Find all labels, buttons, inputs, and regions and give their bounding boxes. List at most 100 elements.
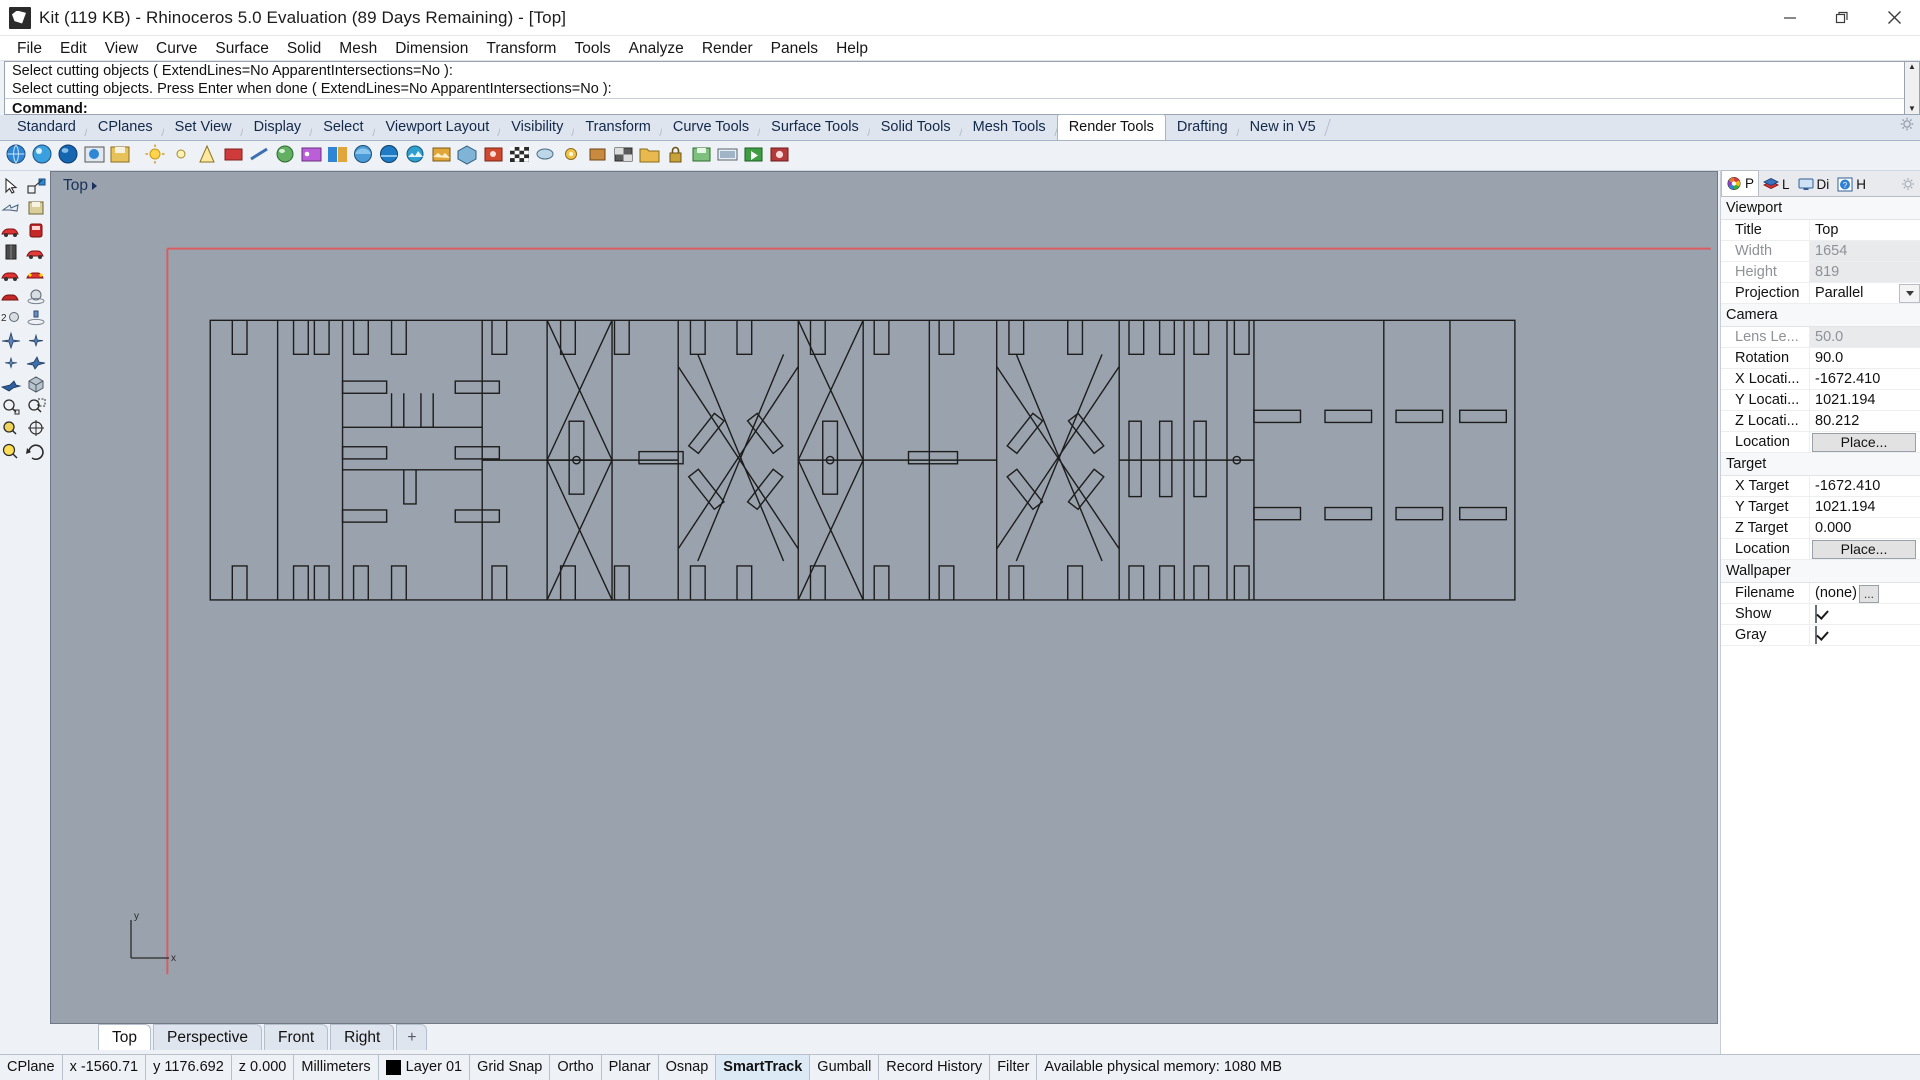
command-history[interactable]: Select cutting objects ( ExtendLines=No … [4, 61, 1904, 117]
value-x-target[interactable]: -1672.410 [1809, 476, 1920, 496]
menu-help[interactable]: Help [827, 36, 877, 61]
linear-light-icon[interactable] [248, 143, 273, 168]
checkerboard-icon[interactable] [612, 143, 637, 168]
cad-drawing-canvas[interactable] [51, 172, 1717, 1023]
tab-drafting[interactable]: Drafting [1165, 115, 1239, 140]
render-mesh-icon[interactable] [456, 143, 481, 168]
skylight-icon[interactable] [534, 143, 559, 168]
ground-plane-icon[interactable] [508, 143, 533, 168]
tab-set-view[interactable]: Set View [163, 115, 243, 140]
camera-place-button[interactable]: Place... [1812, 433, 1916, 452]
tab-render-tools[interactable]: Render Tools [1056, 114, 1166, 140]
select-duplicate-icon[interactable]: 2 [0, 309, 24, 330]
status-toggle-filter[interactable]: Filter [990, 1054, 1038, 1080]
panel-tab-properties[interactable]: P [1721, 170, 1760, 196]
rectangular-light-icon[interactable] [222, 143, 247, 168]
play-animation-icon[interactable] [742, 143, 767, 168]
tab-mesh-tools[interactable]: Mesh Tools [961, 115, 1057, 140]
status-units[interactable]: Millimeters [294, 1054, 379, 1080]
viewport-tab-top[interactable]: Top [98, 1024, 151, 1050]
select-box-icon[interactable] [25, 375, 49, 396]
status-cplane-label[interactable]: CPlane [0, 1054, 63, 1080]
material-editor-icon[interactable] [274, 143, 299, 168]
texture-map-icon[interactable] [430, 143, 455, 168]
select-plane-icon[interactable] [0, 331, 24, 352]
save-render-icon[interactable] [109, 143, 134, 168]
viewport-top[interactable]: Top y x [50, 171, 1718, 1024]
select-window-icon[interactable] [25, 177, 49, 198]
status-toggle-smarttrack[interactable]: SmartTrack [716, 1054, 811, 1080]
menu-mesh[interactable]: Mesh [330, 36, 386, 61]
value-rotation[interactable]: 90.0 [1809, 348, 1920, 368]
tab-display[interactable]: Display [242, 115, 313, 140]
select-arrow-icon[interactable] [0, 177, 24, 198]
lock-render-icon[interactable] [664, 143, 689, 168]
scroll-up-arrow-icon[interactable]: ▲ [1908, 62, 1916, 72]
render-window-icon[interactable] [83, 143, 108, 168]
menu-surface[interactable]: Surface [206, 36, 277, 61]
value-y-location[interactable]: 1021.194 [1809, 390, 1920, 410]
tab-standard[interactable]: Standard [6, 115, 87, 140]
assign-material-icon[interactable] [326, 143, 351, 168]
status-toggle-record-history[interactable]: Record History [879, 1054, 991, 1080]
viewport-tab-right[interactable]: Right [330, 1024, 395, 1050]
row-camera-location[interactable]: Location Place... [1721, 432, 1920, 453]
tab-transform[interactable]: Transform [574, 115, 662, 140]
menu-view[interactable]: View [96, 36, 147, 61]
texture-palette-icon[interactable] [300, 143, 325, 168]
status-toggle-ortho[interactable]: Ortho [550, 1054, 602, 1080]
tab-surface-tools[interactable]: Surface Tools [760, 115, 870, 140]
zoom-extents-icon[interactable] [0, 441, 24, 462]
tab-cplanes[interactable]: CPlanes [86, 115, 164, 140]
value-y-target[interactable]: 1021.194 [1809, 497, 1920, 517]
menu-curve[interactable]: Curve [147, 36, 206, 61]
select-star-icon[interactable] [25, 331, 49, 352]
select-star-alt-icon[interactable] [0, 353, 24, 374]
menu-transform[interactable]: Transform [477, 36, 565, 61]
render-color-icon[interactable] [586, 143, 611, 168]
show-wallpaper-checkbox[interactable] [1815, 605, 1817, 623]
film-frame-icon[interactable] [716, 143, 741, 168]
save-car-icon[interactable] [25, 199, 49, 220]
menu-render[interactable]: Render [693, 36, 762, 61]
select-block-icon[interactable] [0, 243, 24, 264]
status-toggle-planar[interactable]: Planar [602, 1054, 659, 1080]
render-blue-sphere-icon[interactable] [57, 143, 82, 168]
menu-file[interactable]: File [8, 36, 51, 61]
restore-icon[interactable] [1816, 0, 1868, 36]
open-folder-icon[interactable] [638, 143, 663, 168]
row-camera-z-location[interactable]: Z Locati... 80.212 [1721, 411, 1920, 432]
tab-visibility[interactable]: Visibility [500, 115, 575, 140]
material-sphere-icon[interactable] [352, 143, 377, 168]
row-viewport-title[interactable]: Title Top [1721, 220, 1920, 241]
viewport-title-overlay[interactable]: Top [59, 176, 101, 196]
render-preview-icon[interactable] [31, 143, 56, 168]
environment-icon[interactable] [378, 143, 403, 168]
row-camera-rotation[interactable]: Rotation 90.0 [1721, 348, 1920, 369]
row-target-location[interactable]: Location Place... [1721, 539, 1920, 560]
viewport-tab-perspective[interactable]: Perspective [153, 1024, 262, 1050]
panel-options-gear-icon[interactable] [1901, 177, 1915, 196]
select-object-icon[interactable] [0, 287, 24, 308]
select-plane-fly-icon[interactable] [0, 375, 24, 396]
select-sphere-icon[interactable] [25, 287, 49, 308]
row-camera-x-location[interactable]: X Locati... -1672.410 [1721, 369, 1920, 390]
panel-tab-display[interactable]: Di [1793, 172, 1834, 196]
zoom-previous-icon[interactable] [25, 441, 49, 462]
zoom-selected-icon[interactable] [0, 419, 24, 440]
status-toggle-osnap[interactable]: Osnap [659, 1054, 717, 1080]
select-plane-blue-icon[interactable] [25, 353, 49, 374]
row-z-target[interactable]: Z Target 0.000 [1721, 518, 1920, 539]
zoom-target-icon[interactable] [25, 419, 49, 440]
decal-icon[interactable] [560, 143, 585, 168]
bitmap-texture-icon[interactable] [404, 143, 429, 168]
select-red-car-icon[interactable] [0, 221, 24, 242]
menu-edit[interactable]: Edit [51, 36, 96, 61]
tab-curve-tools[interactable]: Curve Tools [661, 115, 761, 140]
status-toggle-grid-snap[interactable]: Grid Snap [470, 1054, 551, 1080]
tab-solid-tools[interactable]: Solid Tools [869, 115, 962, 140]
select-last-car-icon[interactable] [25, 243, 49, 264]
select-lighting-icon[interactable] [25, 309, 49, 330]
status-toggle-gumball[interactable]: Gumball [810, 1054, 880, 1080]
tab-select[interactable]: Select [312, 115, 375, 140]
